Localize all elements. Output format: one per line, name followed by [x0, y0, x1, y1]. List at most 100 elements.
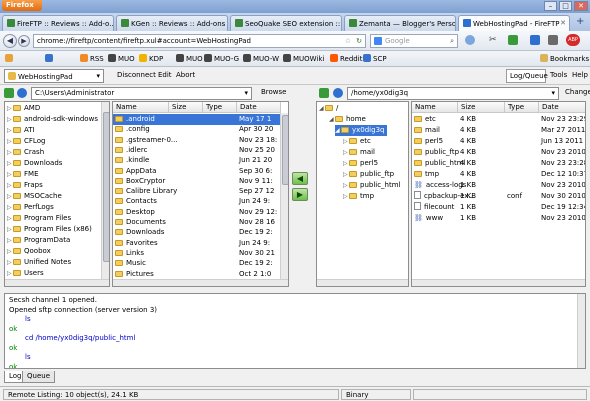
tree-folder-item[interactable]: ▷ public_html	[343, 180, 401, 191]
bookmark-muo[interactable]: MUO	[108, 54, 135, 63]
local-file-row[interactable]: Pictures Oct 2 1:0	[113, 269, 280, 280]
upload-arrow-button[interactable]: ▶	[292, 188, 308, 201]
parent-folder-icon[interactable]	[4, 88, 14, 98]
tab-webhostingpad-fireftp[interactable]: WebHostingPad - FireFTP ✕	[458, 15, 570, 32]
bookmark-item[interactable]	[45, 54, 55, 63]
local-files-hscrollbar[interactable]	[113, 279, 288, 286]
addon-green-icon[interactable]	[508, 35, 518, 45]
queue-tab[interactable]: Queue	[22, 371, 55, 383]
remote-file-row[interactable]: perl5 4 KB Jun 13 2011	[412, 136, 585, 147]
remote-file-row[interactable]: etc 4 KB Nov 23 23:29	[412, 114, 585, 125]
log-scrollbar[interactable]	[577, 294, 585, 368]
addon-toolbar-icon[interactable]	[465, 35, 475, 45]
tree-folder-item[interactable]: ▷ PerfLogs	[7, 202, 54, 213]
tools-menu[interactable]: Tools	[550, 71, 567, 79]
tree-folder-item[interactable]: ▷ Users	[7, 268, 44, 279]
adblock-icon[interactable]: ABP	[566, 34, 580, 46]
local-path-input[interactable]: C:\Users\Administrator ▾	[31, 87, 252, 100]
tab-fireftp-reviews[interactable]: FireFTP :: Reviews :: Add-o...	[2, 15, 114, 31]
tree-folder-item[interactable]: ▷ AMD	[7, 103, 40, 114]
log-queue-toggle[interactable]: Log/Queue	[506, 69, 548, 83]
tree-user-folder[interactable]: ◢ yx0dig3q	[335, 125, 388, 136]
bookmark-kdp[interactable]: KDP	[139, 54, 163, 63]
change-button[interactable]: Change	[562, 87, 590, 100]
tree-folder-item[interactable]: ▷ Unified Notes	[7, 257, 71, 268]
tree-folder-item[interactable]: ▷ Program Files (x86)	[7, 224, 92, 235]
tree-folder-item[interactable]: ▷ mail	[343, 147, 375, 158]
bookmark-muo-2[interactable]: MUO	[176, 54, 203, 63]
bookmark-rss[interactable]: RSS	[80, 54, 104, 63]
remote-file-row[interactable]: cpbackup-ex... 1 KB conf Nov 30 2010	[412, 191, 585, 202]
tree-folder-item[interactable]: ▷ etc	[343, 136, 371, 147]
tree-folder-item[interactable]: ▷ ProgramData	[7, 235, 70, 246]
local-tree-scrollbar[interactable]	[101, 102, 109, 279]
remote-file-row[interactable]: tmp 4 KB Dec 12 10:37	[412, 169, 585, 180]
search-box[interactable]: Google ⌕	[370, 34, 458, 48]
url-bar[interactable]: chrome://fireftp/content/fireftp.xul#acc…	[33, 34, 366, 48]
maximize-button[interactable]: □	[559, 1, 572, 11]
bookmark-muo-w[interactable]: MUO-W	[243, 54, 279, 63]
bookmark-scp[interactable]: SCP	[363, 54, 387, 63]
close-window-button[interactable]: ✕	[574, 1, 588, 11]
remote-file-row[interactable]: ⛓ access-logs 1 KB Nov 23 2010	[412, 180, 585, 191]
minimize-button[interactable]: –	[544, 1, 557, 11]
remote-col-name[interactable]: Name	[412, 102, 458, 113]
bookmark-muowiki[interactable]: MUOWiki	[283, 54, 324, 63]
addon-gray-icon[interactable]	[548, 35, 558, 45]
tree-folder-item[interactable]: ▷ tmp	[343, 191, 374, 202]
firefox-menu-button[interactable]: Firefox	[2, 0, 42, 11]
tree-folder-item[interactable]: ▷ Program Files	[7, 213, 71, 224]
tree-folder-item[interactable]: ▷ Crash	[7, 147, 44, 158]
local-col-size[interactable]: Size	[169, 102, 203, 113]
remote-file-row[interactable]: ⛓ www 1 KB Nov 23 2010	[412, 213, 585, 224]
remote-col-date[interactable]: Date	[539, 102, 585, 113]
remote-files-hscrollbar[interactable]	[412, 279, 585, 286]
tree-folder-item[interactable]: ▷ Downloads	[7, 158, 62, 169]
close-tab-icon[interactable]: ✕	[560, 19, 566, 27]
bookmarks-menu[interactable]: Bookmarks	[540, 54, 589, 63]
refresh-icon[interactable]	[333, 88, 343, 98]
bookmark-muo-g[interactable]: MUO-G	[204, 54, 239, 63]
local-col-type[interactable]: Type	[203, 102, 237, 113]
download-arrow-button[interactable]: ◀	[292, 172, 308, 185]
tree-folder-item[interactable]: ▷ public_ftp	[343, 169, 394, 180]
tab-kgen-reviews[interactable]: KGen :: Reviews :: Add-ons ...	[116, 15, 228, 31]
tree-folder-item[interactable]: ▷ ATI	[7, 125, 35, 136]
local-col-name[interactable]: Name	[113, 102, 169, 113]
tree-root[interactable]: ◢ /	[319, 103, 338, 114]
search-icon[interactable]: ⌕	[450, 37, 454, 46]
remote-file-row[interactable]: public_ftp 4 KB Nov 23 2010	[412, 147, 585, 158]
local-col-date[interactable]: Date	[237, 102, 281, 113]
remote-file-row[interactable]: mail 4 KB Mar 27 2011	[412, 125, 585, 136]
star-bookmark-icon[interactable]: ☆	[345, 37, 351, 45]
tree-folder-item[interactable]: ▷ MSOCache	[7, 191, 62, 202]
addon-blue-icon[interactable]	[530, 35, 540, 45]
account-select[interactable]: WebHostingPad ▾	[4, 69, 104, 83]
reload-icon[interactable]: ↻	[356, 37, 362, 45]
tab-zemanta[interactable]: Zemanta — Blogger's Perso...	[344, 15, 456, 31]
tree-folder-item[interactable]: ▷ CFLog	[7, 136, 45, 147]
refresh-icon[interactable]	[17, 88, 27, 98]
browse-button[interactable]: Browse	[258, 87, 290, 100]
forward-button[interactable]: ▶	[18, 35, 30, 47]
remote-file-row[interactable]: public_html 4 KB Nov 23 23:28	[412, 158, 585, 169]
bookmark-reddit[interactable]: Reddit	[330, 54, 362, 63]
remote-path-input[interactable]: /home/yx0dig3q ▾	[347, 87, 559, 100]
tree-folder-item[interactable]: ▷ Qoobox	[7, 246, 51, 257]
disconnect-button[interactable]: Disconnect	[117, 71, 156, 79]
bookmark-item[interactable]	[5, 54, 15, 63]
new-tab-button[interactable]: +	[576, 16, 584, 27]
remote-col-size[interactable]: Size	[458, 102, 505, 113]
tree-folder-item[interactable]: ▷ FME	[7, 169, 39, 180]
remote-file-row[interactable]: filecount 1 KB Dec 19 12:34	[412, 202, 585, 213]
back-button[interactable]: ◀	[3, 34, 17, 48]
edit-button[interactable]: Edit	[158, 71, 172, 79]
remote-tree-hscrollbar[interactable]	[317, 279, 408, 286]
tree-folder-item[interactable]: ▷ android-sdk-windows	[7, 114, 98, 125]
remote-col-type[interactable]: Type	[505, 102, 539, 113]
parent-folder-icon[interactable]	[319, 88, 329, 98]
abort-button[interactable]: Abort	[176, 71, 195, 79]
tree-folder-item[interactable]: ▷ Fraps	[7, 180, 43, 191]
tree-home[interactable]: ◢ home	[329, 114, 366, 125]
local-tree-hscrollbar[interactable]	[5, 279, 109, 286]
